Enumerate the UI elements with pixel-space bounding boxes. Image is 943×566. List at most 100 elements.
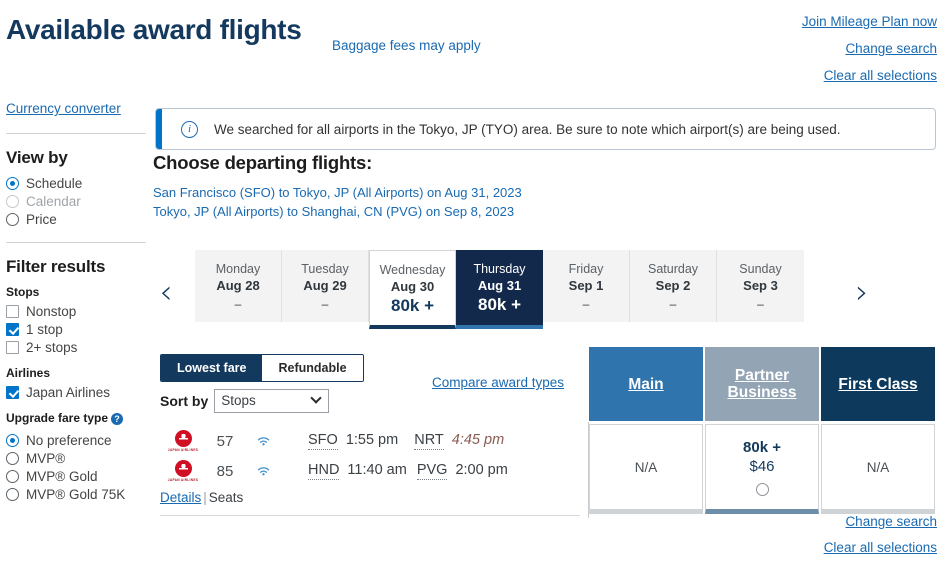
- day-tile-tue-aug-29[interactable]: Tuesday Aug 29 –: [282, 250, 369, 322]
- change-search-link-bottom[interactable]: Change search: [824, 514, 937, 529]
- tab-lowest-fare[interactable]: Lowest fare: [161, 355, 263, 381]
- fare-class-column-main[interactable]: Main: [589, 347, 703, 421]
- arrival-time: 4:45 pm: [451, 432, 505, 448]
- checkbox-icon[interactable]: [6, 386, 19, 399]
- page-title: Available award flights: [6, 14, 302, 45]
- stops-option-1-stop[interactable]: 1 stop: [6, 322, 146, 337]
- day-tile-fri-sep-1[interactable]: Friday Sep 1 –: [543, 250, 630, 322]
- change-search-link[interactable]: Change search: [802, 41, 937, 56]
- view-by-option-schedule[interactable]: Schedule: [6, 176, 146, 191]
- stops-label: Stops: [6, 285, 40, 299]
- clear-all-selections-link[interactable]: Clear all selections: [802, 68, 937, 83]
- departure-time: 1:55 pm: [345, 432, 399, 448]
- fare-class-label-first-class[interactable]: First Class: [838, 376, 917, 393]
- jal-wordmark: JAPAN AIRLINES: [167, 478, 199, 482]
- fare-cells-row: N/A 80k + $46 N/A: [589, 424, 935, 514]
- stops-label-2-plus: 2+ stops: [26, 340, 78, 355]
- day-price: –: [321, 297, 329, 311]
- radio-icon[interactable]: [6, 434, 19, 447]
- view-by-label-schedule: Schedule: [26, 176, 83, 191]
- upgrade-option-mvp[interactable]: MVP®: [6, 451, 146, 466]
- day-tile-wed-aug-30[interactable]: Wednesday Aug 30 80k +: [369, 250, 456, 329]
- fare-cell-first-class[interactable]: N/A: [821, 424, 935, 514]
- radio-icon[interactable]: [6, 452, 19, 465]
- filter-results-heading: Filter results: [6, 257, 106, 276]
- fare-value-first-class: N/A: [866, 459, 890, 475]
- stops-option-nonstop[interactable]: Nonstop: [6, 304, 146, 319]
- view-by-heading: View by: [6, 148, 68, 167]
- day-weekday: Sunday: [739, 262, 782, 276]
- radio-icon[interactable]: [6, 488, 19, 501]
- fare-select-radio[interactable]: [755, 482, 769, 496]
- upgrade-option-no-preference[interactable]: No preference: [6, 433, 146, 448]
- fare-class-label-partner-business[interactable]: Partner Business: [705, 367, 819, 401]
- day-tile-mon-aug-28[interactable]: Monday Aug 28 –: [195, 250, 282, 322]
- sort-by-select[interactable]: Stops: [214, 389, 330, 413]
- fare-class-column-first-class[interactable]: First Class: [821, 347, 935, 421]
- upgrade-fare-type-label: Upgrade fare type?: [6, 411, 146, 425]
- route-line-outbound: San Francisco (SFO) to Tokyo, JP (All Ai…: [153, 185, 522, 200]
- radio-icon[interactable]: [6, 195, 19, 208]
- wifi-icon: [244, 435, 282, 447]
- fare-value-main: N/A: [634, 459, 658, 475]
- seats-label[interactable]: Seats: [209, 490, 244, 505]
- view-by-label-calendar: Calendar: [26, 194, 81, 209]
- airline-option-japan-airlines[interactable]: Japan Airlines: [6, 385, 146, 400]
- next-dates-arrow[interactable]: ›: [849, 272, 875, 312]
- stops-label-nonstop: Nonstop: [26, 304, 77, 319]
- flight-segment-2: JAPAN AIRLINES 85 HND 11:40 am PVG 2:00 …: [160, 458, 580, 484]
- day-weekday: Monday: [215, 262, 261, 276]
- upgrade-option-mvp-gold[interactable]: MVP® Gold: [6, 469, 146, 484]
- view-by-option-price[interactable]: Price: [6, 212, 146, 227]
- prev-dates-arrow[interactable]: ‹: [153, 272, 179, 312]
- sidebar-divider-1: [6, 133, 146, 134]
- info-icon: i: [181, 120, 198, 138]
- tab-refundable[interactable]: Refundable: [262, 355, 363, 381]
- day-date: Sep 3: [743, 278, 778, 293]
- info-banner-text: We searched for all airports in the Toky…: [214, 121, 841, 137]
- action-separator: |: [203, 490, 207, 505]
- currency-converter-link[interactable]: Currency converter: [6, 101, 121, 116]
- fare-class-column-partner-business[interactable]: Partner Business: [705, 347, 819, 421]
- segment-1-times: SFO 1:55 pm NRT 4:45 pm: [308, 432, 504, 450]
- day-weekday: Friday: [568, 262, 604, 276]
- help-icon[interactable]: ?: [111, 412, 124, 425]
- stops-option-2-plus-stops[interactable]: 2+ stops: [6, 340, 146, 355]
- day-tile-sun-sep-3[interactable]: Sunday Sep 3 –: [717, 250, 804, 322]
- fare-cell-main[interactable]: N/A: [589, 424, 703, 514]
- destination-airport: PVG: [416, 462, 448, 480]
- compare-award-types-link[interactable]: Compare award types: [432, 375, 564, 390]
- clear-all-selections-link-bottom[interactable]: Clear all selections: [824, 540, 937, 555]
- day-tile-thu-aug-31[interactable]: Thursday Aug 31 80k +: [456, 250, 543, 329]
- radio-icon[interactable]: [6, 177, 19, 190]
- day-tile-sat-sep-2[interactable]: Saturday Sep 2 –: [630, 250, 717, 322]
- day-price: 80k +: [477, 295, 521, 314]
- route-line-return: Tokyo, JP (All Airports) to Shanghai, CN…: [153, 204, 515, 219]
- flight-segment-1: JAPAN AIRLINES 57 SFO 1:55 pm NRT 4:45 p…: [160, 428, 580, 454]
- upgrade-label-mvp: MVP®: [26, 451, 66, 466]
- details-link[interactable]: Details: [160, 490, 201, 505]
- day-date: Sep 2: [655, 278, 691, 293]
- checkbox-icon[interactable]: [6, 341, 19, 354]
- flight-result-row: JAPAN AIRLINES 57 SFO 1:55 pm NRT 4:45 p…: [160, 424, 580, 516]
- arrival-time: 2:00 pm: [455, 462, 508, 478]
- checkbox-icon[interactable]: [6, 305, 19, 318]
- radio-icon[interactable]: [6, 213, 19, 226]
- fare-type-toggle: Lowest fare Refundable: [160, 354, 364, 382]
- day-date: Aug 30: [390, 279, 435, 294]
- sort-control: Sort by Stops: [160, 389, 330, 413]
- flight-actions: Details | Seats: [160, 490, 580, 505]
- fare-class-header-row: Main Partner Business First Class: [589, 347, 935, 421]
- fare-cell-partner-business[interactable]: 80k + $46: [705, 424, 819, 514]
- airlines-label: Airlines: [6, 366, 51, 380]
- view-by-option-calendar[interactable]: Calendar: [6, 194, 146, 209]
- day-price: –: [757, 297, 764, 311]
- join-mileage-plan-link[interactable]: Join Mileage Plan now: [802, 14, 937, 29]
- radio-icon[interactable]: [6, 470, 19, 483]
- origin-airport: HND: [308, 462, 340, 480]
- sidebar: Currency converter View by Schedule Cale…: [6, 100, 146, 505]
- baggage-fees-note: Baggage fees may apply: [332, 38, 481, 53]
- upgrade-option-mvp-gold-75k[interactable]: MVP® Gold 75K: [6, 487, 146, 502]
- checkbox-icon[interactable]: [6, 323, 19, 336]
- fare-class-label-main[interactable]: Main: [628, 376, 663, 393]
